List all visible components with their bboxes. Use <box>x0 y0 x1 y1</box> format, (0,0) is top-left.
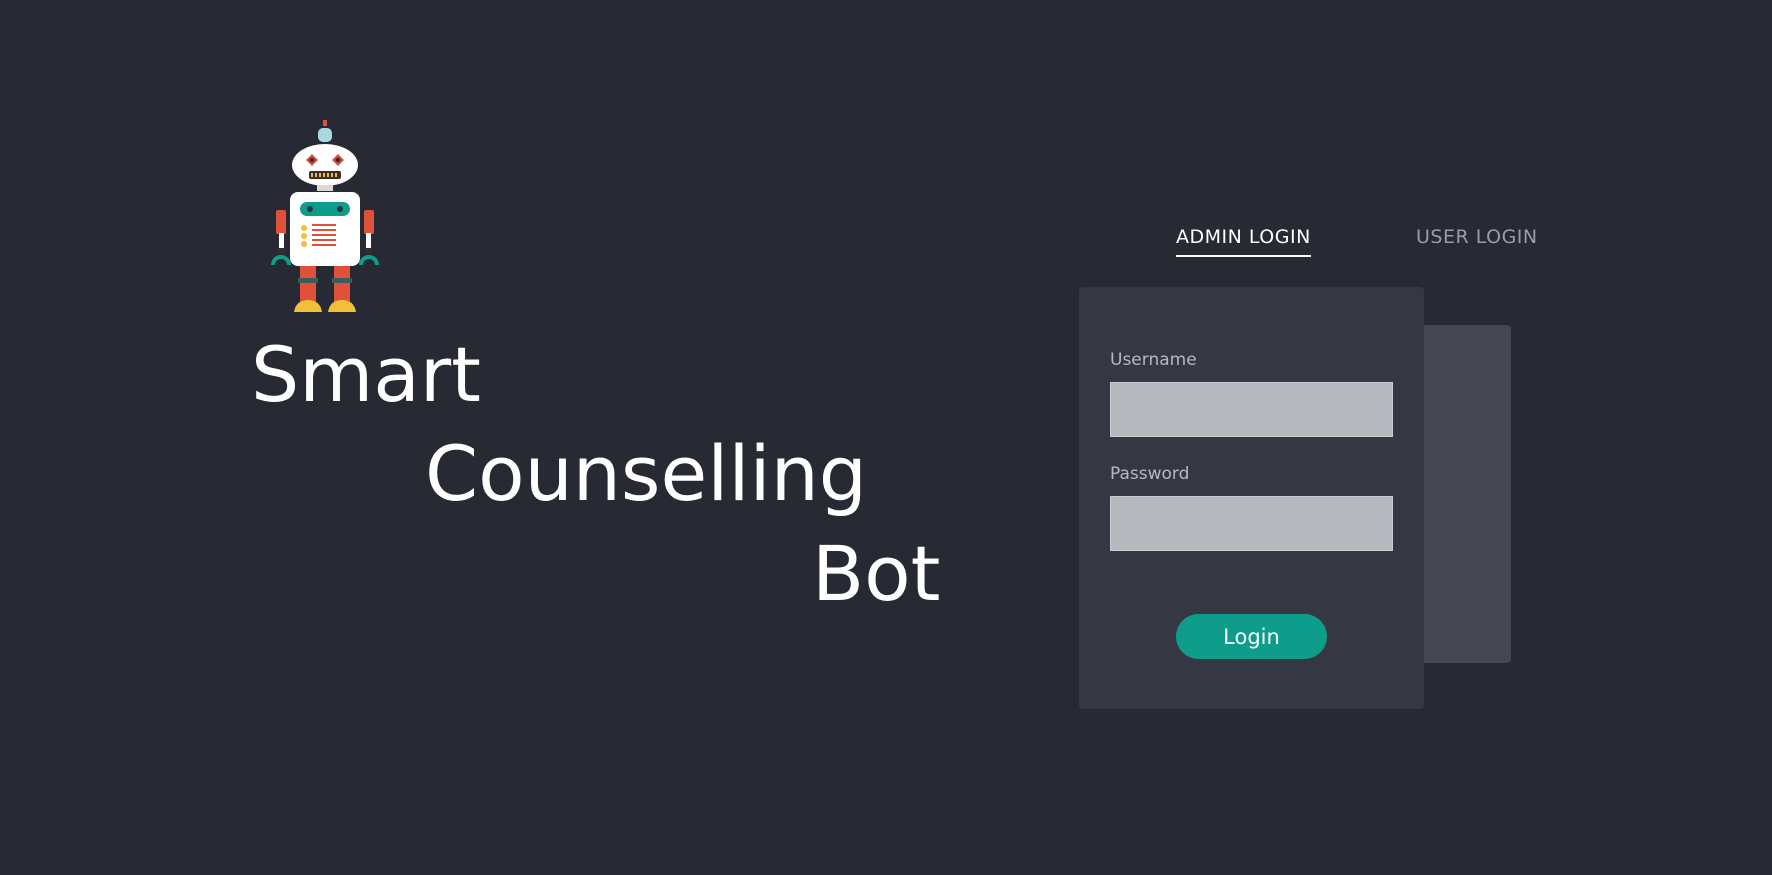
login-button[interactable]: Login <box>1176 614 1327 659</box>
password-field[interactable] <box>1110 496 1393 551</box>
robot-icon <box>271 120 379 312</box>
title-counselling: Counselling <box>425 429 868 518</box>
username-label: Username <box>1110 350 1197 370</box>
tab-admin-login[interactable]: ADMIN LOGIN <box>1176 226 1311 257</box>
title-smart: Smart <box>251 330 481 419</box>
username-field[interactable] <box>1110 382 1393 437</box>
title-bot: Bot <box>812 529 941 618</box>
password-label: Password <box>1110 464 1190 484</box>
tab-user-login[interactable]: USER LOGIN <box>1416 226 1538 255</box>
admin-login-form: Username Password Login <box>1079 287 1424 709</box>
